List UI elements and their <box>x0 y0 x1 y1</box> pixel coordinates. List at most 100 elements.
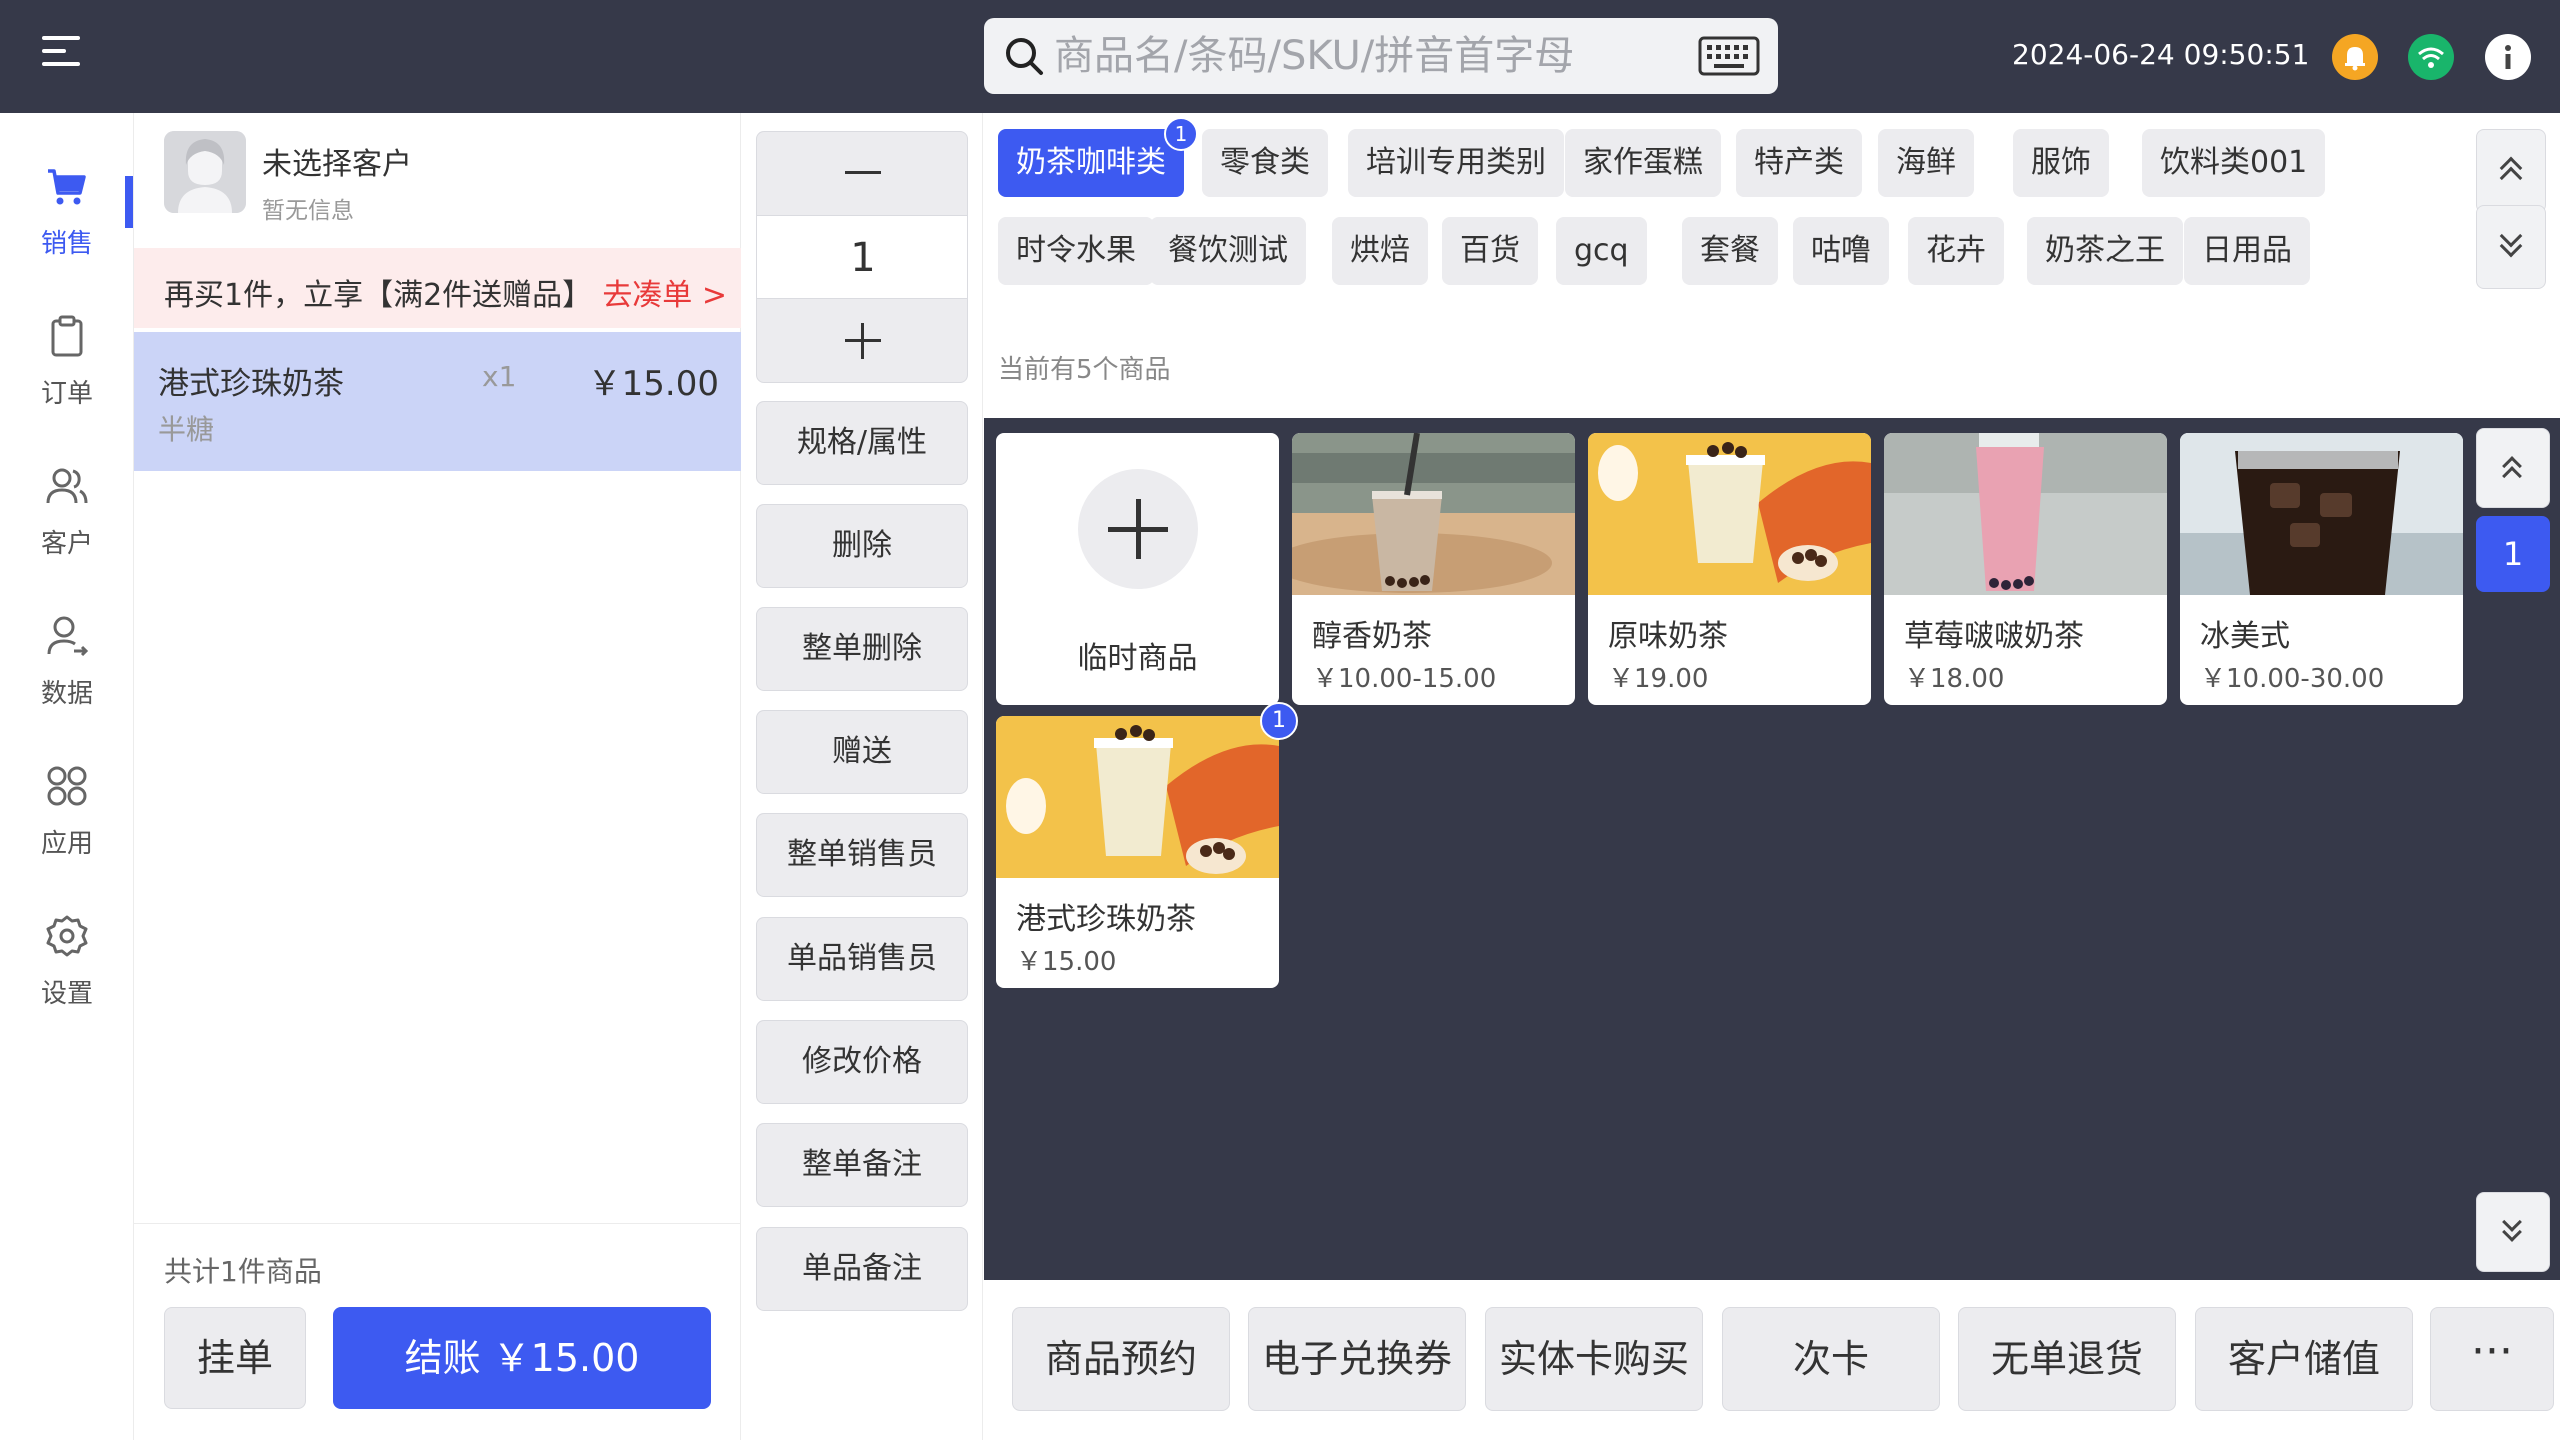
page-down-button[interactable] <box>2476 1192 2550 1272</box>
category-tab[interactable]: 奶茶之王 <box>2027 217 2183 285</box>
info-icon[interactable] <box>2485 34 2531 80</box>
gift-button[interactable]: 赠送 <box>756 710 968 794</box>
avatar <box>164 131 246 213</box>
nav-label: 数据 <box>40 679 93 709</box>
search-box[interactable] <box>984 18 1778 94</box>
nav-label: 订单 <box>40 379 93 409</box>
e-voucher-button[interactable]: 电子兑换券 <box>1248 1307 1466 1411</box>
line-item-spec: 半糖 <box>158 413 215 446</box>
category-tab[interactable]: gcq <box>1556 217 1647 285</box>
nav-item-orders[interactable]: 订单 <box>0 269 134 409</box>
product-card[interactable]: 港式珍珠奶茶 ￥15.00 1 <box>996 702 1298 988</box>
line-item-qty: x1 <box>482 360 517 393</box>
search-input[interactable] <box>1054 32 1654 80</box>
customer-topup-button[interactable]: 客户储值 <box>2195 1307 2413 1411</box>
category-tab[interactable]: 服饰 <box>2013 129 2109 197</box>
nav-item-sales[interactable]: 销售 <box>0 119 134 259</box>
clipboard-icon <box>51 315 83 357</box>
category-badge: 1 <box>1164 117 1198 151</box>
category-tab[interactable]: 餐饮测试 <box>1150 217 1306 285</box>
bell-icon[interactable] <box>2332 34 2378 80</box>
keyboard-icon[interactable] <box>1698 36 1760 76</box>
product-image <box>996 716 1279 878</box>
times-card-button[interactable]: 次卡 <box>1722 1307 1940 1411</box>
category-tab[interactable]: 套餐 <box>1682 217 1778 285</box>
item-note-button[interactable]: 单品备注 <box>756 1227 968 1311</box>
users-icon <box>46 468 88 504</box>
category-tab[interactable]: 零食类 <box>1202 129 1328 197</box>
data-user-icon <box>47 616 89 657</box>
wifi-icon[interactable] <box>2408 34 2454 80</box>
product-name: 醇香奶茶 <box>1312 619 1432 654</box>
promo-link[interactable]: 去凑单 > <box>602 270 727 314</box>
temp-product-card[interactable]: 临时商品 <box>996 433 1279 705</box>
checkout-button[interactable]: 结账 ￥15.00 <box>333 1307 711 1409</box>
category-tab[interactable]: 培训专用类别 <box>1348 129 1564 197</box>
product-price: ￥10.00-30.00 <box>2200 664 2385 694</box>
category-tab[interactable]: 海鲜 <box>1878 129 1974 197</box>
decrease-button[interactable] <box>757 132 967 214</box>
increase-button[interactable] <box>757 300 967 382</box>
category-tab[interactable]: 特产类 <box>1736 129 1862 197</box>
action-bar: 商品预约 电子兑换券 实体卡购买 次卡 无单退货 客户储值 ··· <box>984 1280 2560 1440</box>
product-name: 港式珍珠奶茶 <box>1016 902 1196 937</box>
product-image <box>1884 433 2167 595</box>
product-card[interactable]: 草莓啵啵奶茶 ￥18.00 <box>1884 433 2167 705</box>
product-image <box>1588 433 1871 595</box>
order-salesperson-button[interactable]: 整单销售员 <box>756 813 968 897</box>
nav-item-customers[interactable]: 客户 <box>0 419 134 559</box>
edit-price-button[interactable]: 修改价格 <box>756 1020 968 1104</box>
search-icon <box>1006 38 1043 75</box>
page-up-button[interactable] <box>2476 428 2550 508</box>
nav-label: 客户 <box>40 529 93 559</box>
category-tab[interactable]: 家作蛋糕 <box>1565 129 1721 197</box>
product-image <box>2180 433 2463 595</box>
spec-attr-button[interactable]: 规格/属性 <box>756 401 968 485</box>
delete-button[interactable]: 删除 <box>756 504 968 588</box>
category-label: 奶茶咖啡类 <box>1016 145 1166 180</box>
page-number[interactable]: 1 <box>2476 516 2550 592</box>
no-receipt-return-button[interactable]: 无单退货 <box>1958 1307 2176 1411</box>
more-button[interactable]: ··· <box>2430 1307 2554 1411</box>
order-footer: 共计1件商品 挂单 结账 ￥15.00 <box>134 1223 741 1440</box>
item-salesperson-button[interactable]: 单品销售员 <box>756 917 968 1001</box>
nav-label: 应用 <box>40 829 93 859</box>
cart-count-badge: 1 <box>1260 702 1298 740</box>
customer-name: 未选择客户 <box>262 147 412 182</box>
datetime: 2024-06-24 09:50:51 <box>2012 38 2310 71</box>
promo-banner: 再买1件，立享【满2件送赠品】 去凑单 > <box>134 248 741 328</box>
product-card[interactable]: 冰美式 ￥10.00-30.00 <box>2180 433 2463 705</box>
product-count: 当前有5个商品 <box>998 355 1171 385</box>
quantity-value[interactable]: 1 <box>757 215 967 299</box>
product-grid: 临时商品 醇香奶茶 ￥10.00-15.00 原味奶茶 ￥19.00 草莓啵啵奶… <box>984 418 2560 1280</box>
product-price: ￥19.00 <box>1608 664 1709 694</box>
order-note-button[interactable]: 整单备注 <box>756 1123 968 1207</box>
category-tab[interactable]: 花卉 <box>1908 217 2004 285</box>
menu-icon[interactable] <box>42 36 80 68</box>
product-card[interactable]: 原味奶茶 ￥19.00 <box>1588 433 1871 705</box>
category-bar: 奶茶咖啡类 1 零食类 培训专用类别 家作蛋糕 特产类 海鲜 服饰 饮料类001… <box>984 113 2560 309</box>
product-price: ￥15.00 <box>1016 947 1117 977</box>
total-count: 共计1件商品 <box>164 1255 322 1288</box>
product-booking-button[interactable]: 商品预约 <box>1012 1307 1230 1411</box>
category-scroll-up-button[interactable] <box>2476 129 2546 213</box>
nav-item-settings[interactable]: 设置 <box>0 869 134 1009</box>
nav-item-apps[interactable]: 应用 <box>0 719 134 859</box>
category-tab[interactable]: 烘焙 <box>1332 217 1428 285</box>
product-name: 草莓啵啵奶茶 <box>1904 619 2084 654</box>
category-tab[interactable]: 咕噜 <box>1793 217 1889 285</box>
category-scroll-down-button[interactable] <box>2476 205 2546 289</box>
delete-all-button[interactable]: 整单删除 <box>756 607 968 691</box>
category-tab[interactable]: 日用品 <box>2184 217 2310 285</box>
category-tab[interactable]: 时令水果 <box>998 217 1154 285</box>
physical-card-button[interactable]: 实体卡购买 <box>1485 1307 1703 1411</box>
category-tab[interactable]: 奶茶咖啡类 1 <box>998 117 1198 197</box>
hold-order-button[interactable]: 挂单 <box>164 1307 306 1409</box>
category-tab[interactable]: 饮料类001 <box>2142 129 2326 197</box>
nav-item-data[interactable]: 数据 <box>0 569 134 709</box>
category-tab[interactable]: 百货 <box>1442 217 1538 285</box>
order-line-item[interactable]: 港式珍珠奶茶 x1 ￥15.00 半糖 <box>134 332 741 471</box>
customer-selector[interactable]: 未选择客户 暂无信息 <box>134 113 741 247</box>
product-name: 冰美式 <box>2200 619 2290 654</box>
product-card[interactable]: 醇香奶茶 ￥10.00-15.00 <box>1292 433 1575 705</box>
